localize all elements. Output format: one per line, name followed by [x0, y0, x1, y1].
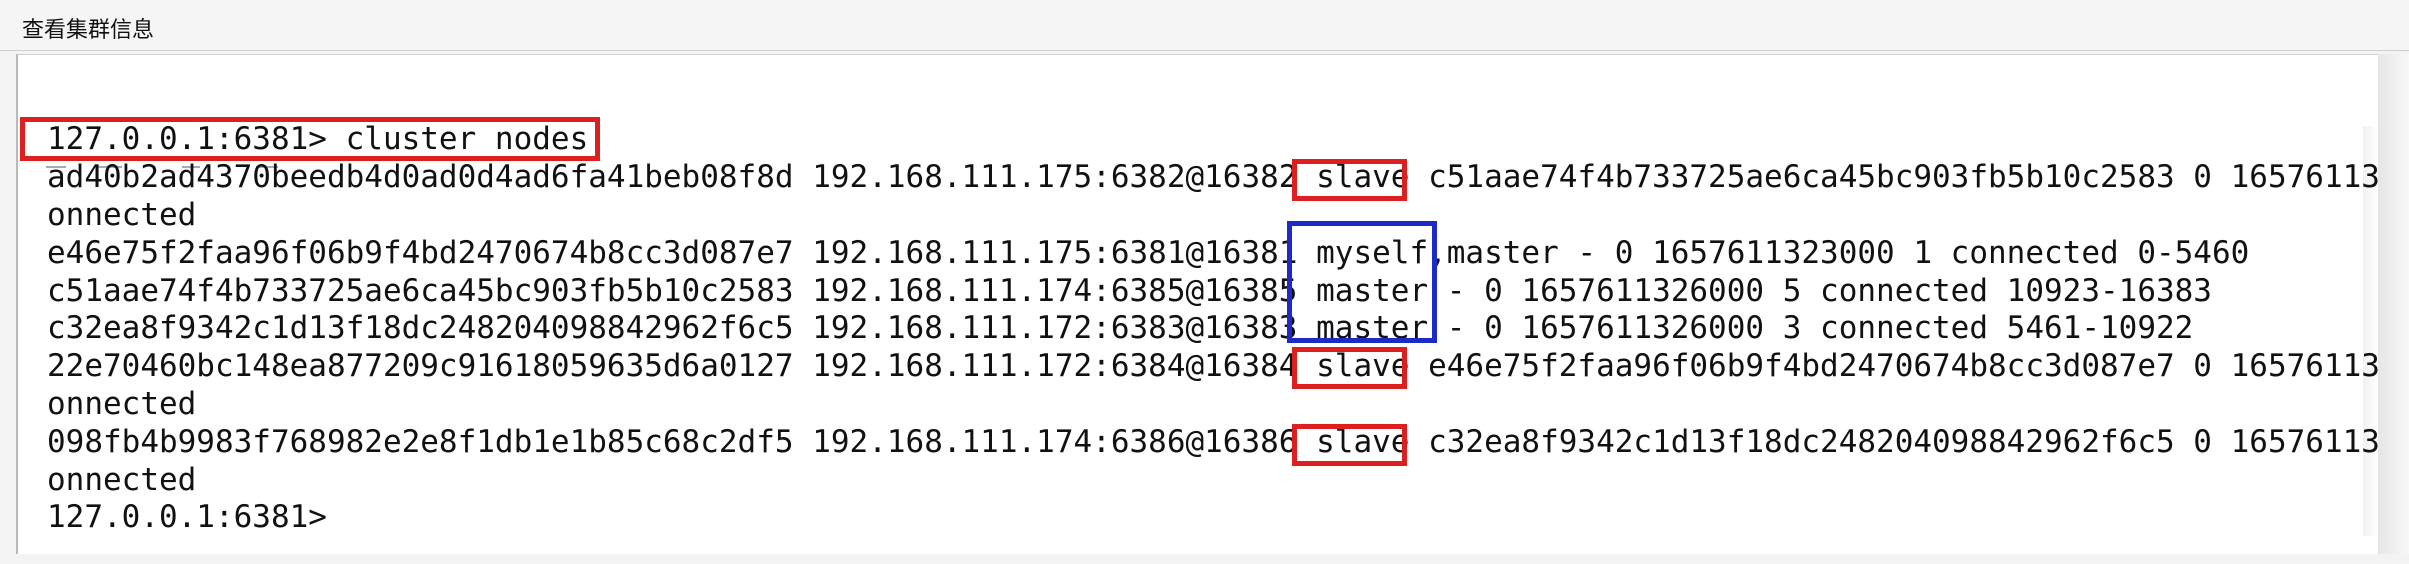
terminal-line-5: c32ea8f9342c1d13f18dc248204098842962f6c5…	[47, 310, 2194, 346]
terminal-line-2: onnected	[47, 197, 197, 233]
terminal-edge-shadow	[2363, 126, 2377, 536]
terminal-right-edge	[2378, 54, 2409, 554]
terminal-output[interactable]: 127.0.0.1:6381> cluster nodes ad40b2ad43…	[16, 54, 2378, 554]
window-title: 查看集群信息	[22, 18, 155, 43]
terminal-line-6: 22e70460bc148ea877209c91618059635d6a0127…	[47, 348, 2378, 384]
terminal-line-9: onnected	[47, 462, 197, 498]
command-line: 127.0.0.1:6381> cluster nodes	[47, 121, 589, 157]
terminal-line-8: 098fb4b9983f768982e2e8f1db1e1b85c68c2df5…	[47, 424, 2378, 460]
terminal-line-10: 127.0.0.1:6381>	[47, 499, 327, 535]
terminal-line-4: c51aae74f4b733725ae6ca45bc903fb5b10c2583…	[47, 273, 2212, 309]
window-header: 查看集群信息	[0, 0, 2409, 51]
terminal-line-1: ad40b2ad4370beedb4d0ad0d4ad6fa41beb08f8d…	[47, 159, 2378, 195]
terminal-line-7: onnected	[47, 386, 197, 422]
terminal-line-3: e46e75f2faa96f06b9f4bd2470674b8cc3d087e7…	[47, 235, 2250, 271]
